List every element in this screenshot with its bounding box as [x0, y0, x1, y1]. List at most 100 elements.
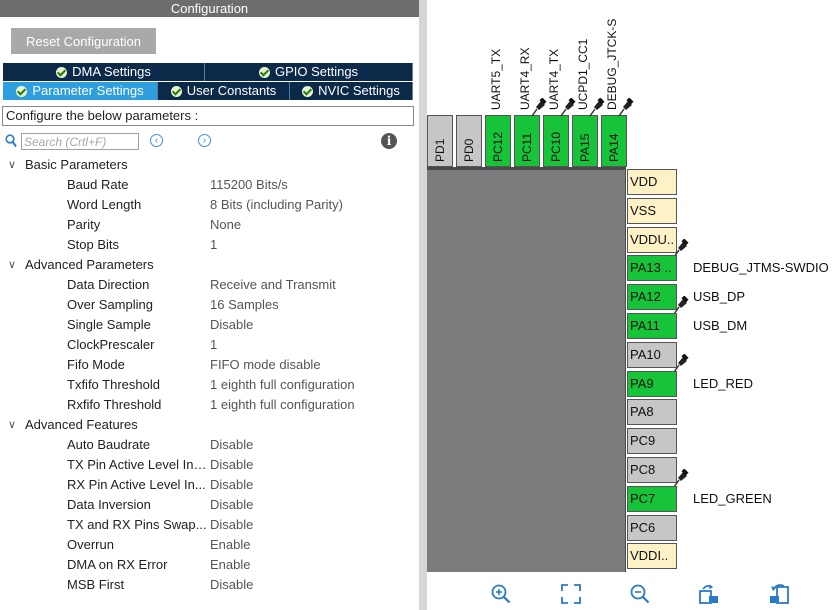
pin-pd1[interactable]: PD1 — [427, 115, 453, 167]
pin-pa14[interactable]: PA14 — [601, 115, 627, 167]
search-input[interactable] — [21, 133, 139, 150]
pin-pa9[interactable]: PA9 — [627, 370, 677, 397]
parameter-value[interactable]: 1 eighth full configuration — [210, 395, 355, 415]
pin-vss[interactable]: VSS — [627, 197, 677, 224]
panel-divider[interactable] — [419, 0, 427, 610]
parameter-row[interactable]: DMA on RX Error Enable — [0, 555, 419, 575]
parameter-value[interactable]: 115200 Bits/s — [210, 175, 288, 195]
pin-pc10[interactable]: PC10 — [543, 115, 569, 167]
tab-gpio-settings[interactable]: GPIO Settings — [205, 63, 413, 81]
parameter-row[interactable]: Word Length 8 Bits (including Parity) — [0, 195, 419, 215]
tab-user-constants[interactable]: User Constants — [158, 82, 290, 100]
parameter-value[interactable]: Disable — [210, 575, 253, 595]
group-advanced-parameters[interactable]: ∨ Advanced Parameters — [0, 255, 419, 275]
parameter-value[interactable]: 8 Bits (including Parity) — [210, 195, 343, 215]
parameter-value[interactable]: Disable — [210, 455, 253, 475]
reset-configuration-button[interactable]: Reset Configuration — [11, 28, 156, 54]
pin-pa10[interactable]: PA10 — [627, 341, 677, 368]
parameter-row[interactable]: Rxfifo Threshold 1 eighth full configurat… — [0, 395, 419, 415]
pin-pc11[interactable]: PC11 — [514, 115, 540, 167]
pushpin-icon — [618, 98, 634, 117]
parameter-row[interactable]: Auto Baudrate Disable — [0, 435, 419, 455]
parameter-value[interactable]: Enable — [210, 555, 250, 575]
rotate-left-icon[interactable] — [768, 583, 790, 605]
parameter-row[interactable]: Over Sampling 16 Samples — [0, 295, 419, 315]
search-next-icon[interactable]: › — [198, 134, 211, 147]
parameter-row[interactable]: TX and RX Pins Swap... Disable — [0, 515, 419, 535]
tab-nvic-settings[interactable]: NVIC Settings — [290, 82, 413, 100]
parameter-name: Txfifo Threshold — [67, 377, 160, 392]
chevron-down-icon[interactable]: ∨ — [8, 155, 20, 175]
pin-pa8[interactable]: PA8 — [627, 399, 677, 426]
parameter-value[interactable]: Disable — [210, 315, 253, 335]
parameter-name: RX Pin Active Level In... — [67, 477, 206, 492]
parameter-row[interactable]: Data Direction Receive and Transmit — [0, 275, 419, 295]
parameter-value[interactable]: Disable — [210, 495, 253, 515]
parameter-row[interactable]: RX Pin Active Level In... Disable — [0, 475, 419, 495]
pin-pa11[interactable]: PA11 — [627, 313, 677, 339]
pin-signal-label: USB_DM — [693, 318, 748, 333]
parameter-row[interactable]: ClockPrescaler 1 — [0, 335, 419, 355]
info-icon[interactable]: i — [381, 133, 397, 149]
pin-pc12[interactable]: PC12 — [485, 115, 511, 167]
parameter-row[interactable]: Single Sample Disable — [0, 315, 419, 335]
parameter-row[interactable]: Parity None — [0, 215, 419, 235]
parameter-value[interactable]: 1 eighth full configuration — [210, 375, 355, 395]
group-basic-parameters[interactable]: ∨ Basic Parameters — [0, 155, 419, 175]
pin-signal-label: DEBUG_JTCK-S — [605, 18, 619, 110]
group-name: Basic Parameters — [25, 157, 128, 172]
parameter-row[interactable]: Fifo Mode FIFO mode disable — [0, 355, 419, 375]
check-circle-icon — [302, 85, 314, 97]
parameter-row[interactable]: TX Pin Active Level Inv... Disable — [0, 455, 419, 475]
pin-pa13[interactable]: PA13 .. — [627, 255, 677, 282]
fit-screen-icon[interactable] — [560, 583, 582, 605]
pin-pc8[interactable]: PC8 — [627, 457, 677, 483]
pin-pc7[interactable]: PC7 — [627, 485, 677, 512]
parameter-row[interactable]: MSB First Disable — [0, 575, 419, 595]
parameter-row[interactable]: Overrun Enable — [0, 535, 419, 555]
parameter-value[interactable]: 1 — [210, 235, 217, 255]
parameter-row[interactable]: Baud Rate 115200 Bits/s — [0, 175, 419, 195]
parameter-value[interactable]: None — [210, 215, 241, 235]
pin-vdd[interactable]: VDD — [627, 169, 677, 195]
zoom-in-icon[interactable] — [490, 583, 512, 605]
parameter-value[interactable]: Disable — [210, 475, 253, 495]
parameter-row[interactable]: Stop Bits 1 — [0, 235, 419, 255]
tab-parameter-settings[interactable]: Parameter Settings — [3, 82, 158, 100]
parameter-value[interactable]: Enable — [210, 535, 250, 555]
tab-dma-settings[interactable]: DMA Settings — [3, 63, 205, 81]
pin-label: PC12 — [491, 131, 505, 162]
pin-vddu[interactable]: VDDU.. — [627, 226, 677, 253]
parameter-name: Stop Bits — [67, 237, 120, 252]
group-advanced-features[interactable]: ∨ Advanced Features — [0, 415, 419, 435]
pin-signal-label: LED_RED — [693, 375, 753, 391]
search-previous-icon[interactable]: ‹ — [150, 134, 163, 147]
chevron-down-icon[interactable]: ∨ — [8, 415, 20, 435]
parameter-value[interactable]: Receive and Transmit — [210, 275, 336, 295]
pin-pc9[interactable]: PC9 — [627, 428, 677, 455]
chevron-down-icon[interactable]: ∨ — [8, 255, 20, 275]
parameter-value[interactable]: FIFO mode disable — [210, 355, 321, 375]
parameter-name: Over Sampling — [67, 297, 153, 312]
parameter-value[interactable]: 16 Samples — [210, 295, 279, 315]
rotate-right-icon[interactable] — [698, 583, 720, 605]
search-icon[interactable] — [5, 134, 17, 148]
zoom-out-icon[interactable] — [629, 583, 651, 605]
pin-label: PC10 — [549, 131, 563, 162]
pin-pc6[interactable]: PC6 — [627, 514, 677, 541]
pin-signal-label: DEBUG_JTMS-SWDIO — [693, 260, 829, 276]
parameter-row[interactable]: Data Inversion Disable — [0, 495, 419, 515]
parameter-value[interactable]: Disable — [210, 515, 253, 535]
chip-edge — [625, 167, 626, 572]
pin-pa12[interactable]: PA12 — [627, 284, 677, 311]
parameter-value[interactable]: 1 — [210, 335, 217, 355]
pin-pd0[interactable]: PD0 — [456, 115, 482, 167]
tab-label: DMA Settings — [72, 64, 151, 79]
parameter-name: Data Direction — [67, 277, 150, 292]
pin-label: PD1 — [433, 138, 447, 162]
parameter-value[interactable]: Disable — [210, 435, 253, 455]
parameter-row[interactable]: Txfifo Threshold 1 eighth full configurat… — [0, 375, 419, 395]
pin-vddi[interactable]: VDDI.. — [627, 543, 677, 570]
pin-label: PC11 — [520, 132, 534, 162]
pin-pa15[interactable]: PA15 — [572, 115, 598, 167]
